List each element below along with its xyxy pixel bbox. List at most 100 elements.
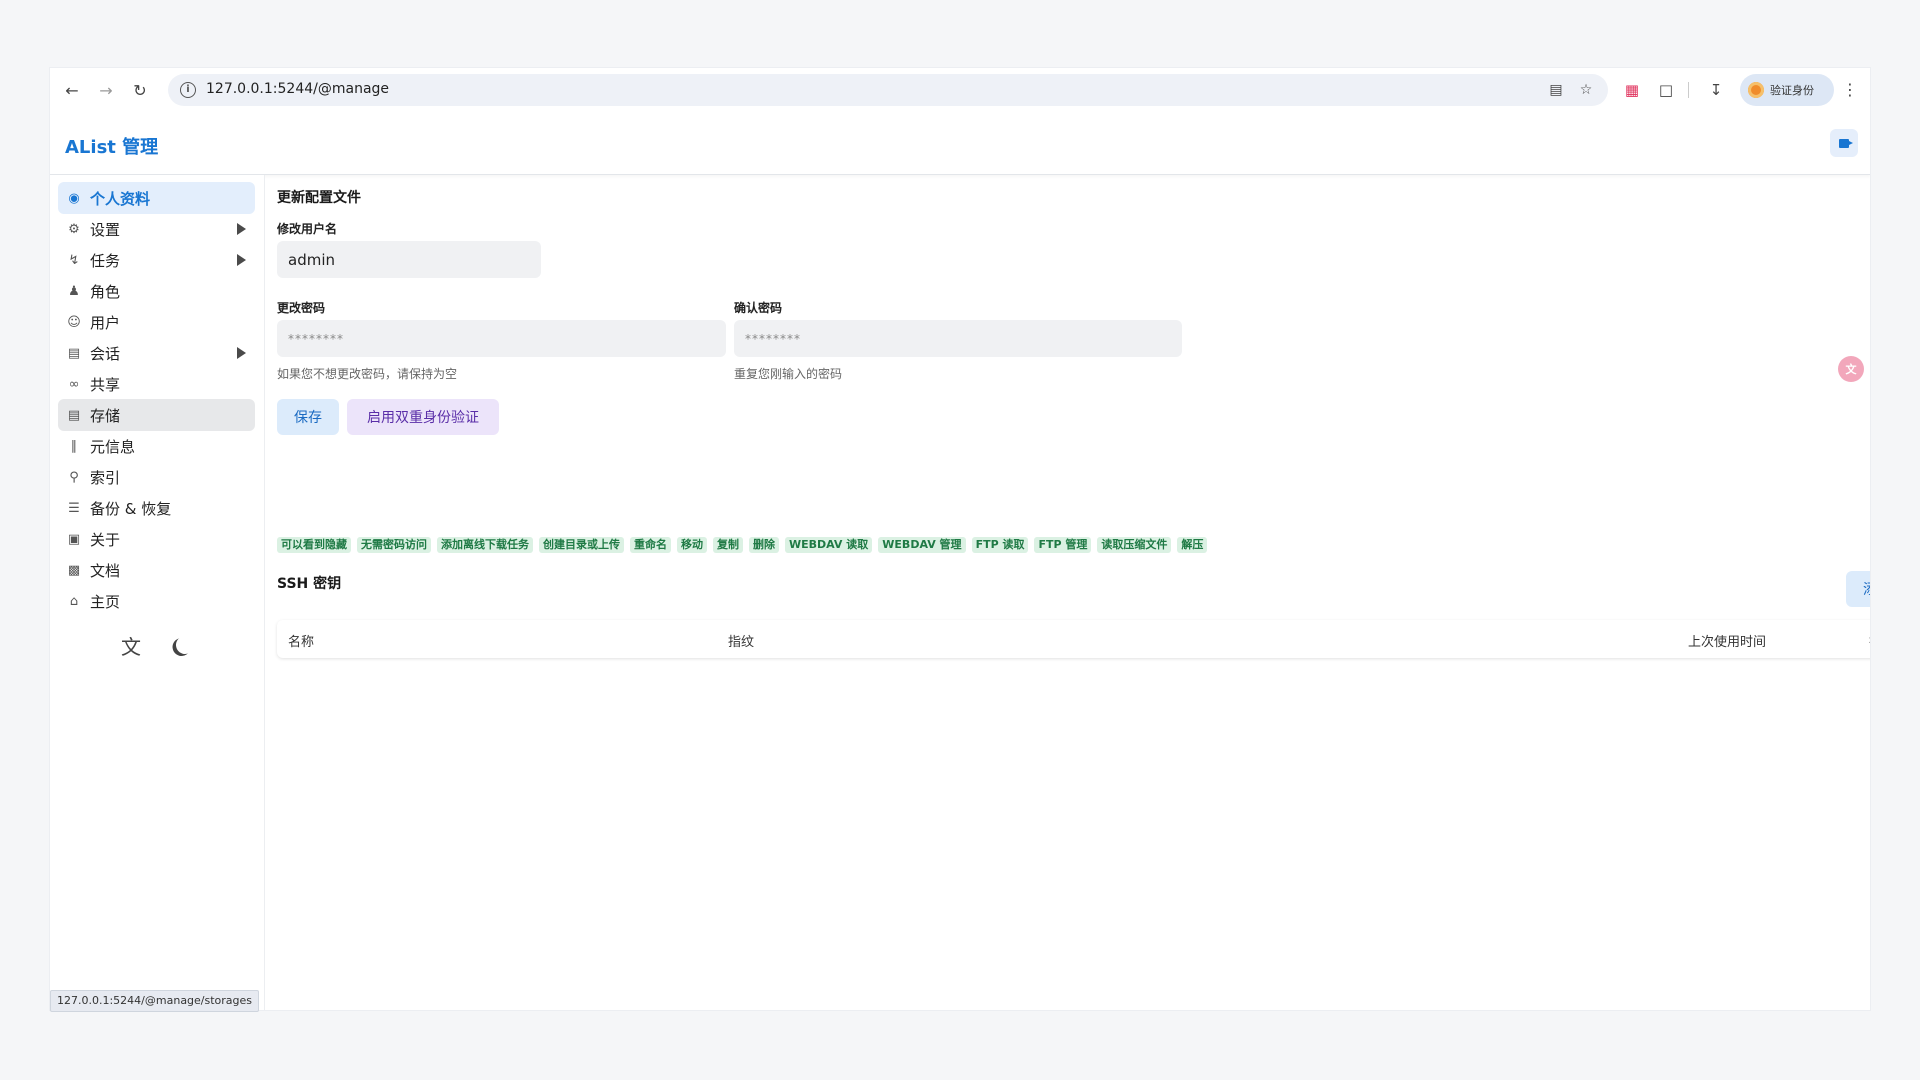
app-title[interactable]: AList 管理: [65, 133, 158, 159]
ssh-keys-title: SSH 密钥: [277, 576, 342, 592]
save-button[interactable]: 保存: [277, 399, 339, 435]
username-label: 修改用户名: [277, 222, 338, 236]
sidebar-item-label: 用户: [90, 313, 121, 332]
gear-icon: ⚙: [68, 221, 80, 237]
bookmark-star-icon[interactable]: ☆: [1576, 80, 1596, 100]
sidebar-item-users[interactable]: ☺ 用户: [58, 306, 255, 338]
permission-badge: 创建目录或上传: [539, 537, 624, 553]
confirm-password-input[interactable]: ********: [734, 320, 1182, 357]
sidebar-item-profile[interactable]: ◉ 个人资料: [58, 182, 255, 214]
sidebar-item-about[interactable]: ▣ 关于: [58, 523, 255, 555]
sidebar-item-tasks[interactable]: ↯ 任务: [58, 244, 255, 276]
permission-badges: 可以看到隐藏 无需密码访问 添加离线下载任务 创建目录或上传 重命名 移动 复制…: [277, 537, 1208, 553]
search-icon: ⚲: [69, 469, 79, 485]
sidebar-item-label: 主页: [90, 592, 121, 611]
about-icon: ▣: [67, 531, 81, 547]
moon-icon: [173, 633, 198, 658]
sidebar-item-label: 会话: [90, 344, 121, 363]
permission-badge: 可以看到隐藏: [277, 537, 351, 553]
permission-badge: 删除: [749, 537, 779, 553]
sidebar-item-label: 关于: [90, 530, 121, 549]
enable-2fa-button[interactable]: 启用双重身份验证: [347, 399, 499, 435]
sidebar-item-label: 文档: [90, 561, 121, 580]
sidebar-item-label: 索引: [90, 468, 121, 487]
ssh-keys-table: 名称 指纹 上次使用时间 操作: [277, 620, 1870, 658]
sidebar-item-meta[interactable]: ∥ 元信息: [58, 430, 255, 462]
confirm-password-hint: 重复您刚输入的密码: [734, 367, 843, 381]
column-header-last-used: 上次使用时间: [1688, 635, 1767, 650]
permission-badge: WEBDAV 读取: [785, 537, 873, 553]
book-icon: ▩: [67, 562, 81, 578]
sidebar-item-label: 备份 & 恢复: [90, 499, 172, 518]
browser-menu-icon[interactable]: ⋮: [1840, 78, 1860, 102]
storage-icon: ▤: [67, 407, 81, 423]
sidebar-item-home[interactable]: ⌂ 主页: [58, 585, 255, 617]
permission-badge: 添加离线下载任务: [437, 537, 533, 553]
sidebar-item-index[interactable]: ⚲ 索引: [58, 461, 255, 493]
username-input[interactable]: admin: [277, 241, 541, 278]
sidebar-item-label: 存储: [90, 406, 121, 425]
meta-icon: ∥: [70, 438, 78, 454]
permission-badge: FTP 读取: [971, 537, 1029, 553]
translate-icon[interactable]: 文: [116, 630, 146, 660]
add-ssh-key-button[interactable]: 添加: [1846, 571, 1870, 607]
logout-icon: [1839, 138, 1853, 148]
sidebar-item-label: 任务: [90, 251, 121, 270]
permission-badge: WEBDAV 管理: [878, 537, 966, 553]
sidebar-item-share[interactable]: ∞ 共享: [58, 368, 255, 400]
expand-arrow-icon: [237, 347, 246, 359]
address-bar[interactable]: i 127.0.0.1:5244/@manage ▤ ☆: [168, 74, 1608, 106]
permission-badge: 无需密码访问: [357, 537, 431, 553]
sidebar-item-label: 个人资料: [90, 189, 151, 208]
link-icon: ∞: [68, 376, 80, 392]
password-input[interactable]: ********: [277, 320, 726, 357]
address-url[interactable]: 127.0.0.1:5244/@manage: [206, 81, 389, 97]
profile-section-title: 更新配置文件: [277, 190, 361, 206]
role-icon: ♟: [68, 283, 80, 299]
sidebar-item-storage[interactable]: ▤ 存储: [58, 399, 255, 431]
confirm-password-label: 确认密码: [734, 301, 783, 315]
extensions-puzzle-icon[interactable]: □: [1654, 78, 1678, 102]
forward-icon[interactable]: →: [94, 78, 118, 102]
password-label: 更改密码: [277, 301, 326, 315]
sidebar: ◉ 个人资料 ⚙ 设置 ↯ 任务 ♟ 角色 ☺ 用户 ▤ 会话 ∞ 共享 ▤ 存…: [50, 175, 265, 1010]
app-header: AList 管理: [50, 112, 1870, 175]
profile-label: 验证身份: [1770, 84, 1814, 97]
extension-icon[interactable]: ▦: [1620, 78, 1644, 102]
sidebar-item-label: 角色: [90, 282, 121, 301]
sidebar-item-label: 共享: [90, 375, 121, 394]
sidebar-tools: 文: [116, 630, 196, 660]
toolbar-divider: [1688, 82, 1689, 98]
logout-button[interactable]: [1830, 129, 1858, 157]
sidebar-item-settings[interactable]: ⚙ 设置: [58, 213, 255, 245]
back-icon[interactable]: ←: [60, 78, 84, 102]
sidebar-item-sessions[interactable]: ▤ 会话: [58, 337, 255, 369]
expand-arrow-icon: [237, 254, 246, 266]
sidebar-item-roles[interactable]: ♟ 角色: [58, 275, 255, 307]
permission-badge: 重命名: [630, 537, 671, 553]
permission-badge: FTP 管理: [1034, 537, 1092, 553]
install-app-icon[interactable]: ▤: [1546, 80, 1566, 100]
user-icon: ☺: [67, 314, 81, 330]
profile-icon: ◉: [68, 190, 80, 206]
database-icon: ☰: [68, 500, 80, 516]
download-icon[interactable]: ↧: [1704, 78, 1728, 102]
sidebar-item-docs[interactable]: ▩ 文档: [58, 554, 255, 586]
tasks-icon: ↯: [68, 252, 80, 268]
profile-chip[interactable]: 验证身份: [1740, 74, 1834, 106]
permission-badge: 复制: [713, 537, 743, 553]
site-info-icon[interactable]: i: [180, 82, 196, 98]
password-hint: 如果您不想更改密码，请保持为空: [277, 367, 458, 381]
status-bar-url: 127.0.0.1:5244/@manage/storages: [50, 990, 260, 1012]
browser-window: ← → ↻ i 127.0.0.1:5244/@manage ▤ ☆ ▦ □ ↧…: [50, 68, 1870, 1010]
sidebar-item-label: 设置: [90, 220, 121, 239]
column-header-actions: 操作: [1869, 631, 1870, 650]
reload-icon[interactable]: ↻: [128, 78, 152, 102]
sidebar-item-label: 元信息: [90, 437, 136, 456]
dark-mode-toggle[interactable]: [166, 630, 196, 660]
avatar: [1748, 82, 1764, 98]
floating-translate-icon[interactable]: 文: [1838, 356, 1864, 382]
column-header-name: 名称: [288, 635, 315, 650]
sidebar-item-backup-restore[interactable]: ☰ 备份 & 恢复: [58, 492, 255, 524]
browser-toolbar: ← → ↻ i 127.0.0.1:5244/@manage ▤ ☆ ▦ □ ↧…: [50, 68, 1870, 112]
